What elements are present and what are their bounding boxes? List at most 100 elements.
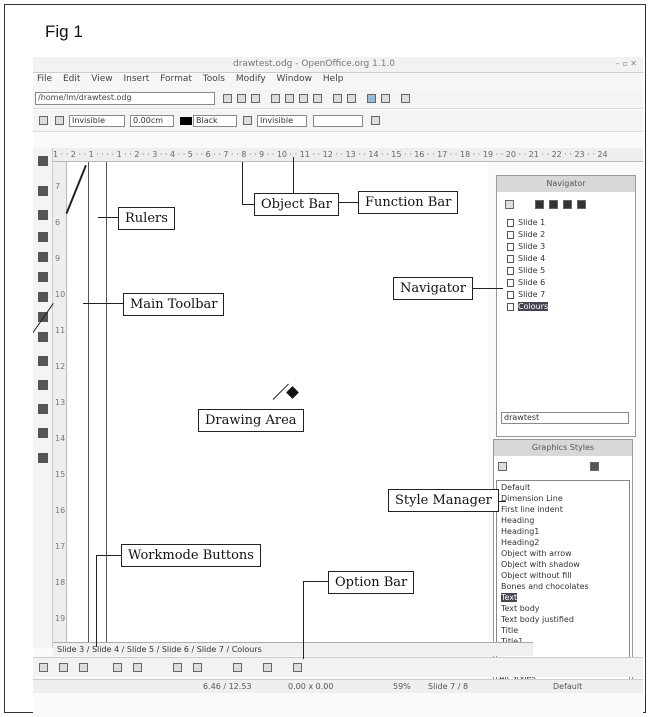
function-bar: /home/lm/drawtest.odg [33, 89, 643, 109]
area-fill-select[interactable] [313, 115, 363, 127]
style-list-item[interactable]: Text [501, 593, 518, 602]
menu-view[interactable]: View [91, 74, 112, 84]
style-list-item[interactable]: Heading1 [501, 527, 539, 536]
text-icon[interactable] [38, 210, 48, 220]
menu-tools[interactable]: Tools [203, 74, 225, 84]
status-layout: Default [553, 682, 583, 691]
fill-format-icon[interactable] [590, 462, 599, 471]
double-click-text-icon[interactable] [233, 663, 242, 672]
zoom-icon[interactable] [38, 186, 48, 196]
paste-icon[interactable] [313, 94, 322, 103]
menu-format[interactable]: Format [160, 74, 192, 84]
callout-object-bar: Object Bar [254, 193, 339, 216]
redo-icon[interactable] [347, 94, 356, 103]
style-list-item[interactable]: Bones and chocolates [501, 582, 589, 591]
menu-window[interactable]: Window [277, 74, 313, 84]
style-list-item[interactable]: Object with arrow [501, 549, 572, 558]
first-slide-icon[interactable] [535, 200, 544, 209]
large-handles-icon[interactable] [193, 663, 202, 672]
menu-file[interactable]: File [37, 74, 52, 84]
previous-slide-icon[interactable] [549, 200, 558, 209]
navigator-icon[interactable] [367, 94, 376, 103]
navigator-slide-item[interactable]: Slide 5 [507, 266, 545, 275]
curve-icon[interactable] [38, 292, 48, 302]
exit-text-icon[interactable] [293, 663, 302, 672]
save-icon[interactable] [237, 94, 246, 103]
style-list-item[interactable]: Object with shadow [501, 560, 580, 569]
graphic-styles-icon[interactable] [498, 462, 507, 471]
undo-icon[interactable] [333, 94, 342, 103]
rectangle-icon[interactable] [38, 232, 48, 242]
status-size: 0.00 x 0.00 [288, 682, 334, 691]
slide-tabs[interactable]: Slide 3 / Slide 4 / Slide 5 / Slide 6 / … [53, 642, 533, 656]
style-list-item[interactable]: First line indent [501, 505, 563, 514]
menu-help[interactable]: Help [323, 74, 344, 84]
ellipse-icon[interactable] [38, 252, 48, 262]
print-icon[interactable] [271, 94, 280, 103]
navigator-slide-item[interactable]: Slide 3 [507, 242, 545, 251]
page-icon [507, 302, 514, 311]
navigator-slide-item[interactable]: Colours [507, 302, 549, 311]
menu-insert[interactable]: Insert [123, 74, 149, 84]
copy-icon[interactable] [299, 94, 308, 103]
simple-handles-icon[interactable] [263, 663, 272, 672]
url-field[interactable]: /home/lm/drawtest.odg [35, 92, 215, 105]
area-icon[interactable] [243, 116, 252, 125]
style-list-item[interactable]: Text body [501, 604, 540, 613]
style-list-item[interactable]: Dimension Line [501, 494, 563, 503]
navigator-slide-item[interactable]: Slide 4 [507, 254, 545, 263]
vertical-ruler-tick: 15 [55, 470, 66, 479]
open-icon[interactable] [223, 94, 232, 103]
line-width-field[interactable]: 0.00cm [130, 115, 174, 127]
next-slide-icon[interactable] [563, 200, 572, 209]
rotation-mode-icon[interactable] [39, 663, 48, 672]
window-controls[interactable]: – ▫ ✕ [616, 59, 637, 68]
3d-objects-icon[interactable] [38, 272, 48, 282]
menu-modify[interactable]: Modify [236, 74, 266, 84]
rotate-icon[interactable] [38, 356, 48, 366]
object-bar-icon[interactable] [39, 116, 48, 125]
cut-icon[interactable] [285, 94, 294, 103]
callout-style-manager: Style Manager [388, 489, 499, 512]
handles-icon[interactable] [173, 663, 182, 672]
help-icon[interactable] [401, 94, 410, 103]
show-grid-icon[interactable] [59, 663, 68, 672]
style-list-item[interactable]: Heading [501, 516, 534, 525]
selected-shape[interactable] [286, 386, 299, 399]
snap-to-grid-icon[interactable] [113, 663, 122, 672]
snap-guides-icon[interactable] [79, 663, 88, 672]
workmode-leader [96, 555, 121, 556]
navigator-slide-item[interactable]: Slide 2 [507, 230, 545, 239]
menu-edit[interactable]: Edit [63, 74, 80, 84]
main-toolbar-leader [83, 303, 123, 304]
navigator-slide-item[interactable]: Slide 6 [507, 278, 545, 287]
line-color-select[interactable]: Black [193, 115, 237, 127]
navigator-slide-item[interactable]: Slide 7 [507, 290, 545, 299]
style-list-item[interactable]: Default [501, 483, 530, 492]
effects-icon[interactable] [38, 453, 48, 463]
drawing-area[interactable] [68, 162, 488, 642]
connector-icon[interactable] [38, 332, 48, 342]
navigator-document-select[interactable]: drawtest [501, 412, 629, 424]
navigator-slide-item[interactable]: Slide 1 [507, 218, 545, 227]
gallery-icon[interactable] [381, 94, 390, 103]
line-icon[interactable] [55, 116, 64, 125]
status-slide: Slide 7 / 8 [428, 682, 469, 691]
pointer-icon[interactable] [505, 200, 514, 209]
line-style-select[interactable]: Invisible [69, 115, 125, 127]
page-icon [507, 254, 514, 263]
area-style-select[interactable]: Invisible [257, 115, 307, 127]
snap-object-border-icon[interactable] [133, 663, 142, 672]
style-list-item[interactable]: Object without fill [501, 571, 572, 580]
style-list-item[interactable]: Text body justified [501, 615, 574, 624]
arrange-icon[interactable] [38, 404, 48, 414]
last-slide-icon[interactable] [577, 200, 586, 209]
insert-icon[interactable] [38, 428, 48, 438]
alignment-icon[interactable] [38, 380, 48, 390]
vertical-ruler-tick: 14 [55, 434, 66, 443]
select-icon[interactable] [38, 156, 48, 166]
style-list-item[interactable]: Title [501, 626, 518, 635]
style-list-item[interactable]: Heading2 [501, 538, 539, 547]
shadow-icon[interactable] [371, 116, 380, 125]
edit-icon[interactable] [251, 94, 260, 103]
